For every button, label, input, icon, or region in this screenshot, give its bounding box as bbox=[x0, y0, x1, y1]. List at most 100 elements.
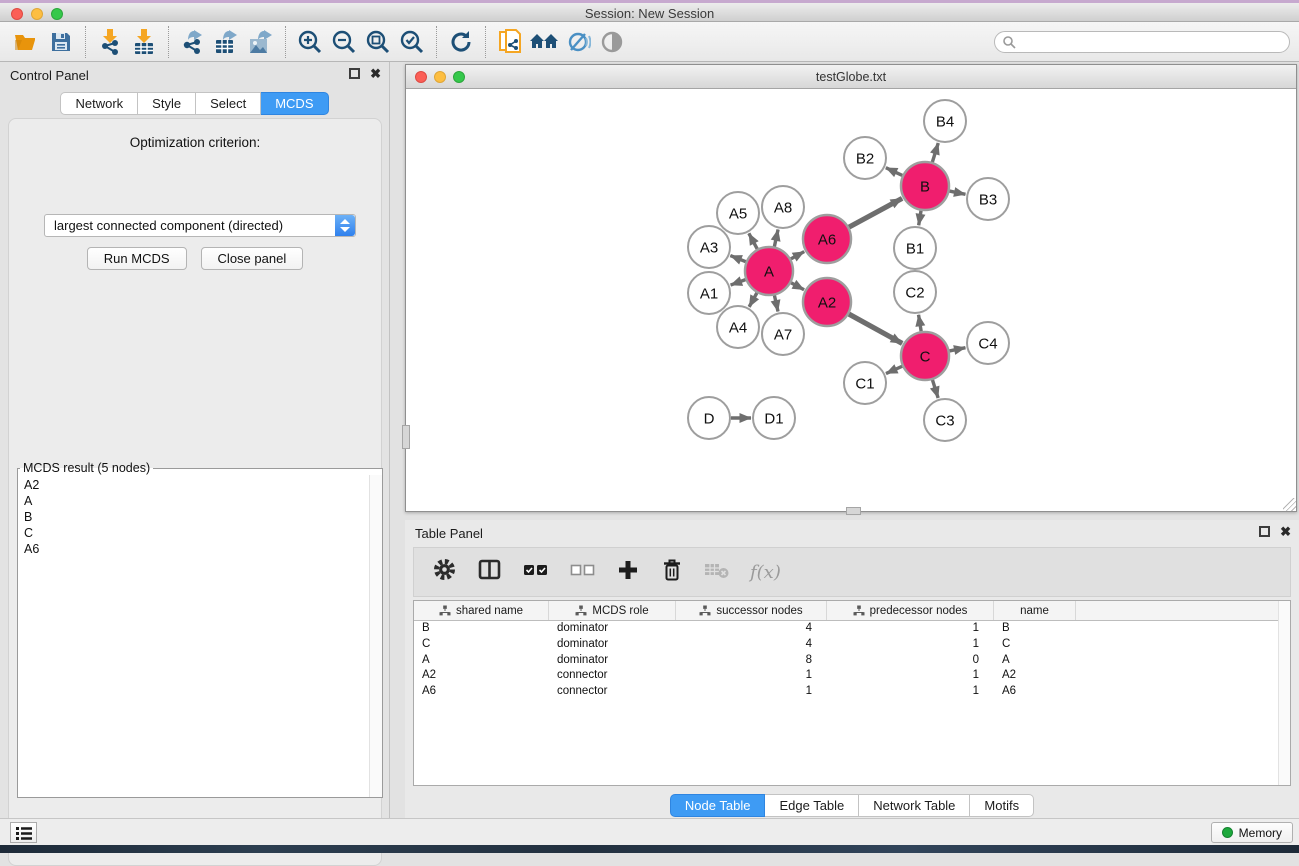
export-image-icon[interactable] bbox=[244, 26, 278, 58]
graph-edge-C-C1[interactable] bbox=[886, 366, 902, 373]
zoom-in-icon[interactable] bbox=[293, 26, 327, 58]
network-graph[interactable]: B4B2BB3A8A5A6A3B1AC2A1A2A4A7C4CC1C3DD1 bbox=[406, 89, 1296, 511]
splitter-handle[interactable] bbox=[846, 507, 861, 515]
tab-select[interactable]: Select bbox=[196, 92, 261, 115]
column-visibility-icon[interactable] bbox=[477, 557, 502, 587]
table-row[interactable]: Bdominator41B bbox=[414, 621, 1290, 637]
table-cell[interactable]: dominator bbox=[549, 653, 676, 669]
refresh-layout-icon[interactable] bbox=[444, 26, 478, 58]
tab-motifs[interactable]: Motifs bbox=[970, 794, 1034, 817]
table-cell[interactable]: A2 bbox=[414, 668, 549, 684]
table-cell[interactable]: dominator bbox=[549, 621, 676, 637]
graph-node-B2[interactable]: B2 bbox=[844, 137, 886, 179]
task-history-button[interactable] bbox=[10, 822, 37, 843]
graph-node-C[interactable]: C bbox=[901, 332, 949, 380]
graph-edge-B-B4[interactable] bbox=[932, 143, 938, 162]
table-cell[interactable]: A6 bbox=[994, 684, 1076, 700]
graph-node-A4[interactable]: A4 bbox=[717, 306, 759, 348]
tab-style[interactable]: Style bbox=[138, 92, 196, 115]
table-cell[interactable]: 4 bbox=[676, 637, 827, 653]
graph-edge-A-A4[interactable] bbox=[749, 293, 757, 307]
graph-node-C1[interactable]: C1 bbox=[844, 362, 886, 404]
table-cell[interactable]: C bbox=[994, 637, 1076, 653]
graph-node-C4[interactable]: C4 bbox=[967, 322, 1009, 364]
table-cell[interactable]: 1 bbox=[827, 637, 994, 653]
table-cell[interactable]: C bbox=[414, 637, 549, 653]
export-network-icon[interactable] bbox=[176, 26, 210, 58]
zoom-selected-icon[interactable] bbox=[395, 26, 429, 58]
column-header-predecessor-nodes[interactable]: predecessor nodes bbox=[827, 601, 994, 620]
search-input[interactable] bbox=[1016, 35, 1289, 49]
table-settings-icon[interactable] bbox=[432, 557, 457, 587]
table-cell[interactable]: A2 bbox=[994, 668, 1076, 684]
tab-network[interactable]: Network bbox=[60, 92, 138, 115]
show-graphics-details-icon[interactable] bbox=[595, 26, 629, 58]
table-row[interactable]: A6connector11A6 bbox=[414, 684, 1290, 700]
graph-node-B3[interactable]: B3 bbox=[967, 178, 1009, 220]
duplicate-network-icon[interactable] bbox=[493, 26, 527, 58]
table-cell[interactable]: 0 bbox=[827, 653, 994, 669]
table-cell[interactable]: dominator bbox=[549, 637, 676, 653]
tab-mcds[interactable]: MCDS bbox=[261, 92, 328, 115]
column-header-successor-nodes[interactable]: successor nodes bbox=[676, 601, 827, 620]
open-session-icon[interactable] bbox=[10, 26, 44, 58]
graph-edge-B-B1[interactable] bbox=[919, 211, 921, 226]
graph-node-A6[interactable]: A6 bbox=[803, 215, 851, 263]
graph-node-D1[interactable]: D1 bbox=[753, 397, 795, 439]
home-view-icon[interactable] bbox=[527, 26, 561, 58]
graph-edge-A-A2[interactable] bbox=[791, 283, 804, 290]
table-cell[interactable]: connector bbox=[549, 684, 676, 700]
table-cell[interactable]: connector bbox=[549, 668, 676, 684]
table-cell[interactable]: A bbox=[414, 653, 549, 669]
network-canvas[interactable]: B4B2BB3A8A5A6A3B1AC2A1A2A4A7C4CC1C3DD1 bbox=[406, 89, 1296, 511]
graph-node-A5[interactable]: A5 bbox=[717, 192, 759, 234]
graph-edge-A-A1[interactable] bbox=[731, 280, 746, 285]
criterion-dropdown[interactable]: largest connected component (directed) bbox=[44, 214, 356, 237]
hide-graphics-details-icon[interactable] bbox=[561, 26, 595, 58]
graph-edge-A-A3[interactable] bbox=[730, 256, 745, 262]
column-header-shared-name[interactable]: shared name bbox=[414, 601, 549, 620]
network-window-titlebar[interactable]: testGlobe.txt bbox=[406, 65, 1296, 89]
close-panel-button[interactable]: Close panel bbox=[201, 247, 304, 270]
table-cell[interactable]: 1 bbox=[827, 621, 994, 637]
column-header-name[interactable]: name bbox=[994, 601, 1076, 620]
mcds-result-item[interactable]: C bbox=[24, 525, 376, 541]
zoom-out-icon[interactable] bbox=[327, 26, 361, 58]
graph-edge-A-A8[interactable] bbox=[774, 229, 778, 246]
graph-node-B1[interactable]: B1 bbox=[894, 227, 936, 269]
graph-node-A[interactable]: A bbox=[745, 247, 793, 295]
table-row[interactable]: Adominator80A bbox=[414, 653, 1290, 669]
graph-node-A8[interactable]: A8 bbox=[762, 186, 804, 228]
column-header-MCDS-role[interactable]: MCDS role bbox=[549, 601, 676, 620]
graph-node-A7[interactable]: A7 bbox=[762, 313, 804, 355]
graph-edge-A-A6[interactable] bbox=[791, 252, 804, 259]
run-mcds-button[interactable]: Run MCDS bbox=[87, 247, 187, 270]
table-cell[interactable]: 1 bbox=[827, 668, 994, 684]
graph-node-A2[interactable]: A2 bbox=[803, 278, 851, 326]
graph-node-B[interactable]: B bbox=[901, 162, 949, 210]
graph-node-A3[interactable]: A3 bbox=[688, 226, 730, 268]
close-panel-icon[interactable]: ✖ bbox=[1280, 526, 1291, 537]
graph-edge-C-C2[interactable] bbox=[919, 315, 922, 332]
result-list-scrollbar[interactable] bbox=[369, 475, 382, 797]
delete-column-icon[interactable] bbox=[660, 557, 684, 588]
table-cell[interactable]: 1 bbox=[676, 668, 827, 684]
float-panel-icon[interactable] bbox=[1259, 526, 1270, 537]
table-cell[interactable]: 4 bbox=[676, 621, 827, 637]
close-panel-icon[interactable]: ✖ bbox=[370, 68, 381, 79]
save-session-icon[interactable] bbox=[44, 26, 78, 58]
graph-node-D[interactable]: D bbox=[688, 397, 730, 439]
mcds-result-item[interactable]: A2 bbox=[24, 477, 376, 493]
graph-node-C3[interactable]: C3 bbox=[924, 399, 966, 441]
graph-node-A1[interactable]: A1 bbox=[688, 272, 730, 314]
memory-button[interactable]: Memory bbox=[1211, 822, 1293, 843]
mcds-result-item[interactable]: A6 bbox=[24, 541, 376, 557]
mcds-result-item[interactable]: A bbox=[24, 493, 376, 509]
table-scrollbar[interactable] bbox=[1278, 601, 1290, 785]
resize-grip[interactable] bbox=[1283, 498, 1296, 511]
graph-node-B4[interactable]: B4 bbox=[924, 100, 966, 142]
import-network-icon[interactable] bbox=[93, 26, 127, 58]
search-field[interactable] bbox=[994, 31, 1290, 53]
mcds-result-item[interactable]: B bbox=[24, 509, 376, 525]
table-cell[interactable]: 1 bbox=[827, 684, 994, 700]
